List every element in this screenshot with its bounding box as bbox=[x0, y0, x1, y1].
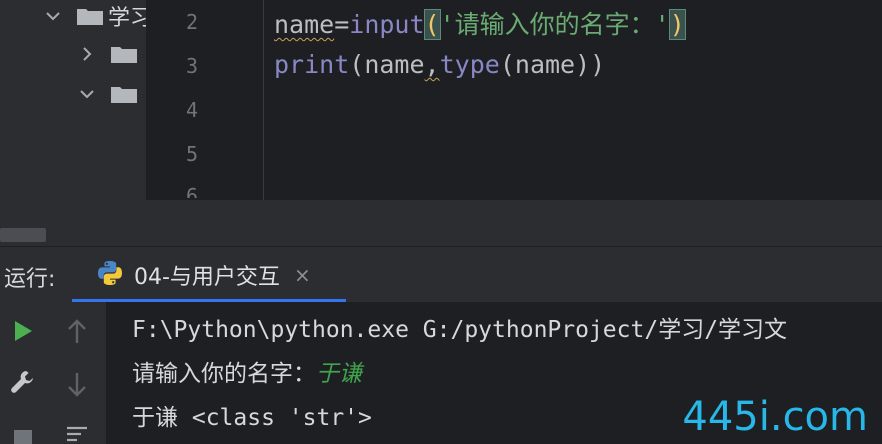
arrow-up-icon[interactable] bbox=[64, 318, 90, 346]
code-token: ( bbox=[499, 50, 515, 79]
console-prompt: 请输入你的名字： bbox=[132, 361, 316, 387]
line-gutter: 2 3 4 5 6 bbox=[146, 0, 264, 200]
line-number: 5 bbox=[185, 142, 198, 166]
chevron-down-icon[interactable] bbox=[42, 5, 64, 27]
code-token: , bbox=[424, 50, 440, 79]
console-toolbar bbox=[48, 302, 107, 444]
console-user-input: 于谦 bbox=[316, 361, 362, 387]
code-token: )) bbox=[575, 50, 606, 79]
folder-icon bbox=[110, 84, 138, 104]
rerun-icon[interactable] bbox=[10, 318, 36, 344]
code-line-3[interactable]: print(name,type(name)) bbox=[274, 50, 605, 79]
run-tool-window-header: 运行: 04-与用户交互 × bbox=[0, 246, 882, 303]
python-icon bbox=[96, 259, 124, 291]
editor-bottom-area bbox=[146, 200, 882, 246]
code-token: ( bbox=[349, 50, 365, 79]
code-token: name bbox=[274, 10, 335, 39]
soft-wrap-icon[interactable] bbox=[64, 422, 90, 444]
matched-bracket: ( bbox=[423, 9, 441, 40]
gutter-divider bbox=[263, 0, 264, 200]
project-tree: 学习 bbox=[0, 0, 152, 246]
code-token: type bbox=[439, 50, 500, 79]
stop-icon[interactable] bbox=[10, 426, 36, 444]
run-tab[interactable]: 04-与用户交互 × bbox=[74, 247, 346, 303]
console-command-line: F:\Python\python.exe G:/pythonProject/学习… bbox=[132, 317, 788, 343]
console-prompt-line: 请输入你的名字：于谦 bbox=[132, 354, 362, 388]
code-token: print bbox=[274, 50, 350, 79]
matched-bracket: ) bbox=[668, 9, 686, 40]
tree-row-folder[interactable] bbox=[76, 40, 138, 68]
code-editor[interactable]: 2 3 4 5 6 name=input('请输入你的名字：') print(n… bbox=[146, 0, 882, 246]
run-toolbar bbox=[0, 302, 49, 444]
chevron-right-icon[interactable] bbox=[76, 43, 98, 65]
watermark: 445i.com bbox=[682, 394, 868, 440]
line-number: 2 bbox=[185, 10, 198, 34]
wrench-icon[interactable] bbox=[8, 368, 36, 396]
string-literal: '请输入你的名字：' bbox=[439, 10, 670, 39]
code-token: = bbox=[334, 10, 350, 39]
code-token: name bbox=[364, 50, 425, 79]
run-panel-label: 运行: bbox=[4, 267, 56, 292]
tree-row-study[interactable]: 学习 bbox=[42, 2, 152, 31]
code-token: input bbox=[349, 10, 425, 39]
close-icon[interactable]: × bbox=[294, 263, 311, 287]
line-number: 6 bbox=[185, 184, 198, 198]
chevron-down-icon[interactable] bbox=[76, 83, 98, 105]
line-number: 3 bbox=[185, 54, 198, 78]
line-number: 4 bbox=[185, 98, 198, 122]
tree-row-folder[interactable] bbox=[76, 80, 138, 108]
horizontal-scrollbar[interactable] bbox=[0, 228, 46, 242]
folder-icon bbox=[76, 6, 104, 26]
console-output-line: 于谦 <class 'str'> bbox=[132, 405, 372, 431]
folder-icon bbox=[110, 44, 138, 64]
code-token: name bbox=[514, 50, 576, 79]
arrow-down-icon[interactable] bbox=[64, 370, 90, 398]
run-tab-label: 04-与用户交互 bbox=[134, 265, 280, 290]
code-line-2[interactable]: name=input('请输入你的名字：') bbox=[274, 5, 686, 41]
